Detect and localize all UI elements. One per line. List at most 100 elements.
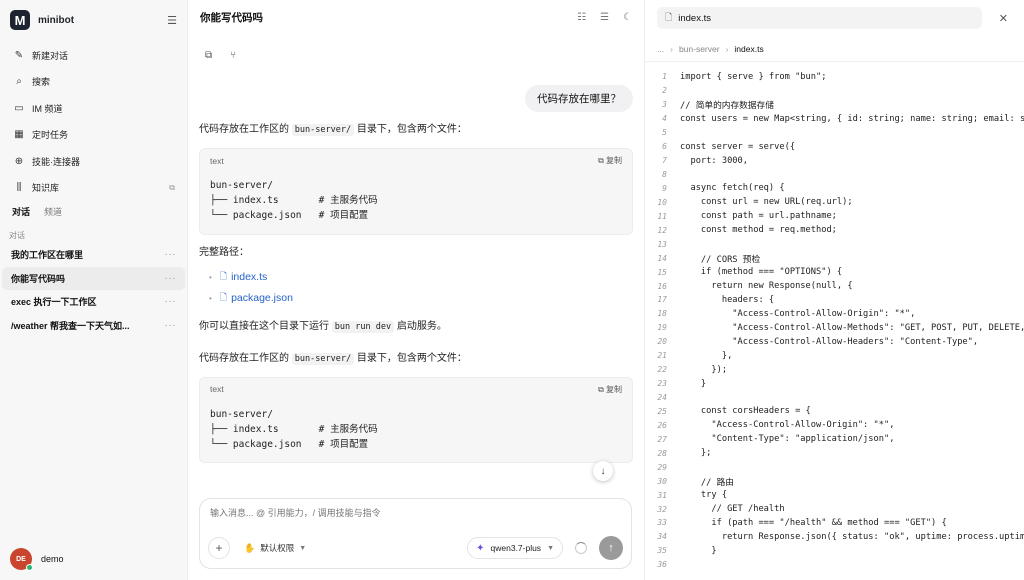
dark-mode-icon[interactable]: ☾	[623, 12, 632, 23]
chevron-down-icon: ▼	[299, 544, 307, 552]
text-segment: 目录下，包含两个文件：	[354, 124, 467, 135]
file-panel-header: 🗋 index.ts ✕	[645, 0, 1024, 36]
permission-selector[interactable]: ✋ 默认权限 ▼	[244, 542, 306, 554]
line-content: const method = req.method;	[680, 225, 837, 236]
sidebar-item-label: 知识库	[32, 183, 60, 194]
composer: + ✋ 默认权限 ▼ ✦ qwen3.7-plus ▼ ↑	[199, 498, 632, 569]
code-line: 32 // GET /health	[645, 502, 1024, 516]
code-line: 29	[645, 460, 1024, 474]
message-list[interactable]: ⧉ ⑂ 代码存放在哪里？ 代码存放在工作区的 bun-server/ 目录下，包…	[188, 34, 644, 492]
line-number: 8	[662, 170, 667, 180]
more-options-icon[interactable]: ···	[165, 296, 177, 307]
answer-paragraph: 代码存放在工作区的 bun-server/ 目录下，包含两个文件：	[199, 351, 633, 367]
sidebar-item-calendar[interactable]: ▦ 定时任务	[4, 122, 183, 149]
tab-channels[interactable]: 频道	[44, 205, 62, 218]
conversation-item[interactable]: 我的工作区在哪里 ···	[2, 243, 185, 267]
file-link-package[interactable]: • 🗋 package.json	[209, 288, 633, 309]
outline-icon[interactable]: ☷	[577, 12, 586, 23]
online-status-dot	[26, 564, 33, 571]
line-content: async fetch(req) {	[680, 183, 785, 194]
bullet: •	[209, 272, 212, 282]
sidebar-item-plug[interactable]: ⊕ 技能·连接器	[4, 148, 183, 175]
arrow-up-icon: ↑	[608, 542, 614, 554]
conversation-item[interactable]: /weather 帮我查一下天气如... ···	[2, 314, 185, 338]
code-line: 25 const corsHeaders = {	[645, 405, 1024, 419]
file-link-index[interactable]: • 🗋 index.ts	[209, 267, 633, 288]
code-line: 7 port: 3000,	[645, 154, 1024, 168]
code-line: 30 // 路由	[645, 474, 1024, 488]
line-number: 11	[657, 211, 667, 221]
inline-code: bun-server/	[291, 352, 355, 365]
path-heading: 完整路径：	[199, 246, 249, 258]
tab-conversations[interactable]: 对话	[12, 205, 30, 218]
user-profile[interactable]: DE demo	[10, 548, 64, 571]
line-number: 5	[662, 128, 667, 138]
plug-icon: ⊕	[14, 155, 24, 167]
line-content: };	[680, 448, 712, 459]
send-button[interactable]: ↑	[599, 536, 623, 560]
code-line: 11 const path = url.pathname;	[645, 209, 1024, 223]
more-options-icon[interactable]: ···	[165, 273, 177, 284]
copy-message-icon[interactable]: ⧉	[205, 50, 212, 61]
line-content: if (path === "/health" && method === "GE…	[680, 517, 947, 528]
run-paragraph: 你可以直接在这个目录下运行 bun run dev 启动服务。	[199, 319, 633, 335]
attach-button[interactable]: +	[208, 537, 230, 559]
conversation-title: 我的工作区在哪里	[11, 250, 84, 261]
file-link-label: package.json	[231, 292, 293, 305]
scroll-to-bottom-button[interactable]: ↓	[593, 461, 613, 481]
line-content: headers: {	[680, 294, 775, 305]
breadcrumb-folder[interactable]: bun-server	[679, 44, 720, 54]
sidebar-item-library[interactable]: ⫼ 知识库 ⧉	[4, 175, 183, 202]
line-content: // GET /health	[680, 504, 785, 515]
line-content: if (method === "OPTIONS") {	[680, 267, 843, 278]
line-content: "Access-Control-Allow-Origin": "*",	[680, 308, 916, 319]
model-name: qwen3.7-plus	[490, 543, 542, 553]
close-icon[interactable]: ✕	[999, 12, 1008, 25]
code-content: bun-server/ ├── index.ts # 主服务代码 └── pac…	[210, 180, 378, 222]
line-number: 33	[657, 518, 667, 528]
branch-icon[interactable]: ⑂	[230, 50, 236, 61]
sidebar-item-search[interactable]: ⌕ 搜索	[4, 69, 183, 96]
code-line: 8	[645, 168, 1024, 182]
list-toggle-icon[interactable]: ☰	[600, 12, 609, 23]
sidebar: M minibot ☰ ✎ 新建对话 ⌕ 搜索 ▭ IM 频道 ▦ 定时任务 ⊕ 技能·连接器 ⫼ 知…	[0, 0, 188, 580]
external-link-icon[interactable]: ⧉	[169, 183, 175, 193]
line-content: },	[680, 350, 733, 361]
line-number: 22	[657, 365, 667, 375]
answer-paragraph: 代码存放在工作区的 bun-server/ 目录下，包含两个文件：	[199, 122, 633, 138]
line-number: 25	[657, 406, 667, 416]
avatar[interactable]: DE	[10, 548, 33, 571]
code-line: 17 headers: {	[645, 293, 1024, 307]
sidebar-toggle-icon[interactable]: ☰	[167, 14, 177, 27]
code-line: 6 const server = serve({	[645, 140, 1024, 154]
sidebar-item-chat[interactable]: ▭ IM 频道	[4, 95, 183, 122]
file-tab[interactable]: 🗋 index.ts	[657, 7, 982, 29]
copy-label: 复制	[606, 156, 622, 165]
copy-code-button[interactable]: ⧉ 复制	[598, 155, 622, 166]
text-segment: 目录下，包含两个文件：	[354, 352, 467, 364]
line-number: 7	[662, 156, 667, 166]
breadcrumb-ellipsis[interactable]: ...	[657, 44, 664, 54]
code-line: 22 });	[645, 363, 1024, 377]
line-number: 26	[657, 420, 667, 430]
code-language: text	[210, 384, 224, 395]
chat-icon: ▭	[14, 102, 24, 114]
conversation-item[interactable]: exec 执行一下工作区 ···	[2, 290, 185, 314]
sidebar-item-label: 搜索	[32, 77, 51, 88]
line-number: 19	[657, 323, 667, 333]
more-options-icon[interactable]: ···	[165, 320, 177, 331]
conversation-title: exec 执行一下工作区	[11, 297, 97, 308]
model-selector[interactable]: ✦ qwen3.7-plus ▼	[467, 537, 563, 559]
sidebar-item-edit[interactable]: ✎ 新建对话	[4, 42, 183, 69]
message-input[interactable]	[210, 508, 610, 518]
more-options-icon[interactable]: ···	[165, 249, 177, 260]
edit-icon: ✎	[14, 49, 24, 61]
conversation-item[interactable]: 你能写代码吗 ···	[2, 266, 185, 290]
line-number: 6	[662, 142, 667, 152]
code-line: 34 return Response.json({ status: "ok", …	[645, 530, 1024, 544]
code-viewer[interactable]: 1 import { serve } from "bun"; 2 3// 简单的内存数…	[645, 70, 1024, 580]
search-icon: ⌕	[16, 76, 22, 88]
line-content: "Access-Control-Allow-Methods": "GET, PO…	[732, 322, 1024, 333]
copy-code-button[interactable]: ⧉ 复制	[598, 384, 622, 395]
brand-bar: M minibot ☰	[0, 0, 187, 40]
